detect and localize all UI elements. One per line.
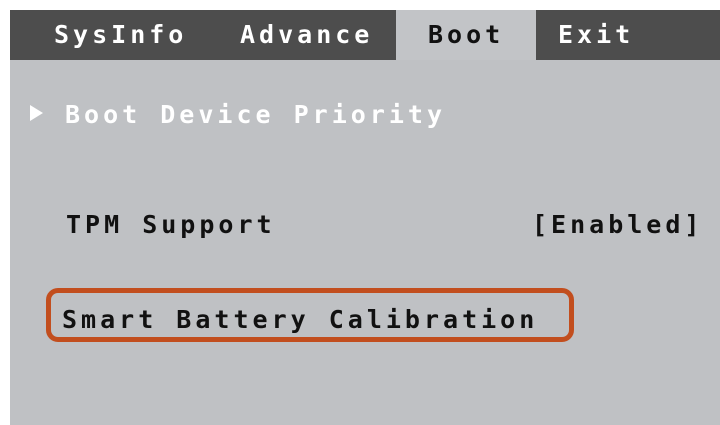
tpm-support-value[interactable]: [Enabled] bbox=[532, 210, 703, 239]
boot-device-priority-item[interactable]: Boot Device Priority bbox=[30, 100, 446, 129]
menu-bar: SysInfo Advance Boot Exit bbox=[10, 10, 720, 60]
boot-device-priority-label: Boot Device Priority bbox=[65, 100, 447, 129]
bios-screen: SysInfo Advance Boot Exit Boot Device Pr… bbox=[10, 10, 720, 425]
submenu-arrow-icon bbox=[30, 105, 43, 121]
tpm-support-label[interactable]: TPM Support bbox=[66, 210, 276, 239]
smart-battery-calibration-item[interactable]: Smart Battery Calibration bbox=[62, 305, 538, 334]
tab-sysinfo[interactable]: SysInfo bbox=[54, 10, 187, 60]
tab-exit[interactable]: Exit bbox=[558, 10, 634, 60]
tab-boot[interactable]: Boot bbox=[396, 10, 536, 60]
tab-advance[interactable]: Advance bbox=[240, 10, 373, 60]
